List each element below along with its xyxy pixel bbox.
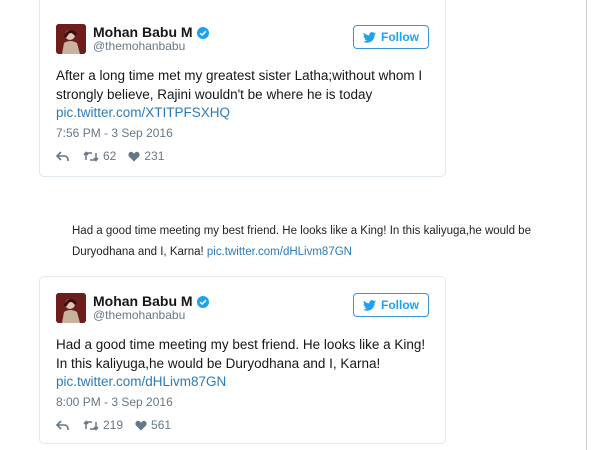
page-edge-rule: [586, 0, 587, 450]
tweet-photo-link[interactable]: pic.twitter.com/dHLivm87GN: [56, 374, 226, 389]
author-name[interactable]: Mohan Babu M: [93, 293, 193, 309]
author-handle[interactable]: @themohanbabu: [93, 39, 185, 53]
avatar[interactable]: [56, 293, 86, 323]
tweet-actions: 219 561: [56, 418, 171, 432]
tweet-photo-link[interactable]: pic.twitter.com/XTITPFSXHQ: [56, 105, 230, 120]
tweet-text: Had a good time meeting my best friend. …: [56, 336, 428, 392]
retweet-button[interactable]: 62: [83, 149, 116, 163]
follow-label: Follow: [381, 298, 419, 312]
reply-arrow-icon: [56, 419, 69, 430]
retweet-icon: [83, 419, 99, 431]
tweet-timestamp[interactable]: 8:00 PM - 3 Sep 2016: [56, 395, 173, 409]
tweet-body: Had a good time meeting my best friend. …: [56, 337, 426, 371]
follow-button[interactable]: Follow: [353, 293, 429, 317]
like-count: 231: [144, 149, 165, 163]
tweet-card-1: Mohan Babu M @themohanbabu Follow After …: [39, 0, 446, 177]
tweet-body: After a long time met my greatest sister…: [56, 68, 423, 102]
tweet-actions: 62 231: [56, 149, 164, 163]
retweet-button[interactable]: 219: [83, 418, 123, 432]
verified-badge-icon: [196, 295, 209, 308]
retweet-count: 62: [103, 149, 117, 163]
tweet-text: After a long time met my greatest sister…: [56, 67, 428, 123]
heart-icon: [135, 420, 147, 430]
tweet-timestamp[interactable]: 7:56 PM - 3 Sep 2016: [56, 126, 173, 140]
twitter-bird-icon: [363, 31, 376, 43]
author-handle[interactable]: @themohanbabu: [93, 308, 185, 322]
follow-label: Follow: [381, 30, 419, 44]
author-name[interactable]: Mohan Babu M: [93, 24, 193, 40]
retweet-count: 219: [103, 418, 124, 432]
verified-badge-icon: [196, 26, 209, 39]
heart-icon: [128, 151, 140, 161]
like-button[interactable]: 231: [128, 149, 164, 163]
article-caption: Had a good time meeting my best friend. …: [72, 221, 542, 263]
twitter-bird-icon: [363, 299, 376, 311]
reply-arrow-icon: [56, 150, 69, 161]
retweet-icon: [83, 150, 99, 162]
follow-button[interactable]: Follow: [353, 25, 429, 49]
like-count: 561: [151, 418, 172, 432]
author-row: Mohan Babu M: [93, 293, 209, 309]
reply-button[interactable]: [56, 419, 69, 431]
avatar[interactable]: [56, 24, 86, 54]
caption-link[interactable]: pic.twitter.com/dHLivm87GN: [207, 246, 352, 258]
author-row: Mohan Babu M: [93, 24, 209, 40]
reply-button[interactable]: [56, 150, 69, 162]
like-button[interactable]: 561: [135, 418, 171, 432]
tweet-card-2: Mohan Babu M @themohanbabu Follow Had a …: [39, 276, 446, 444]
